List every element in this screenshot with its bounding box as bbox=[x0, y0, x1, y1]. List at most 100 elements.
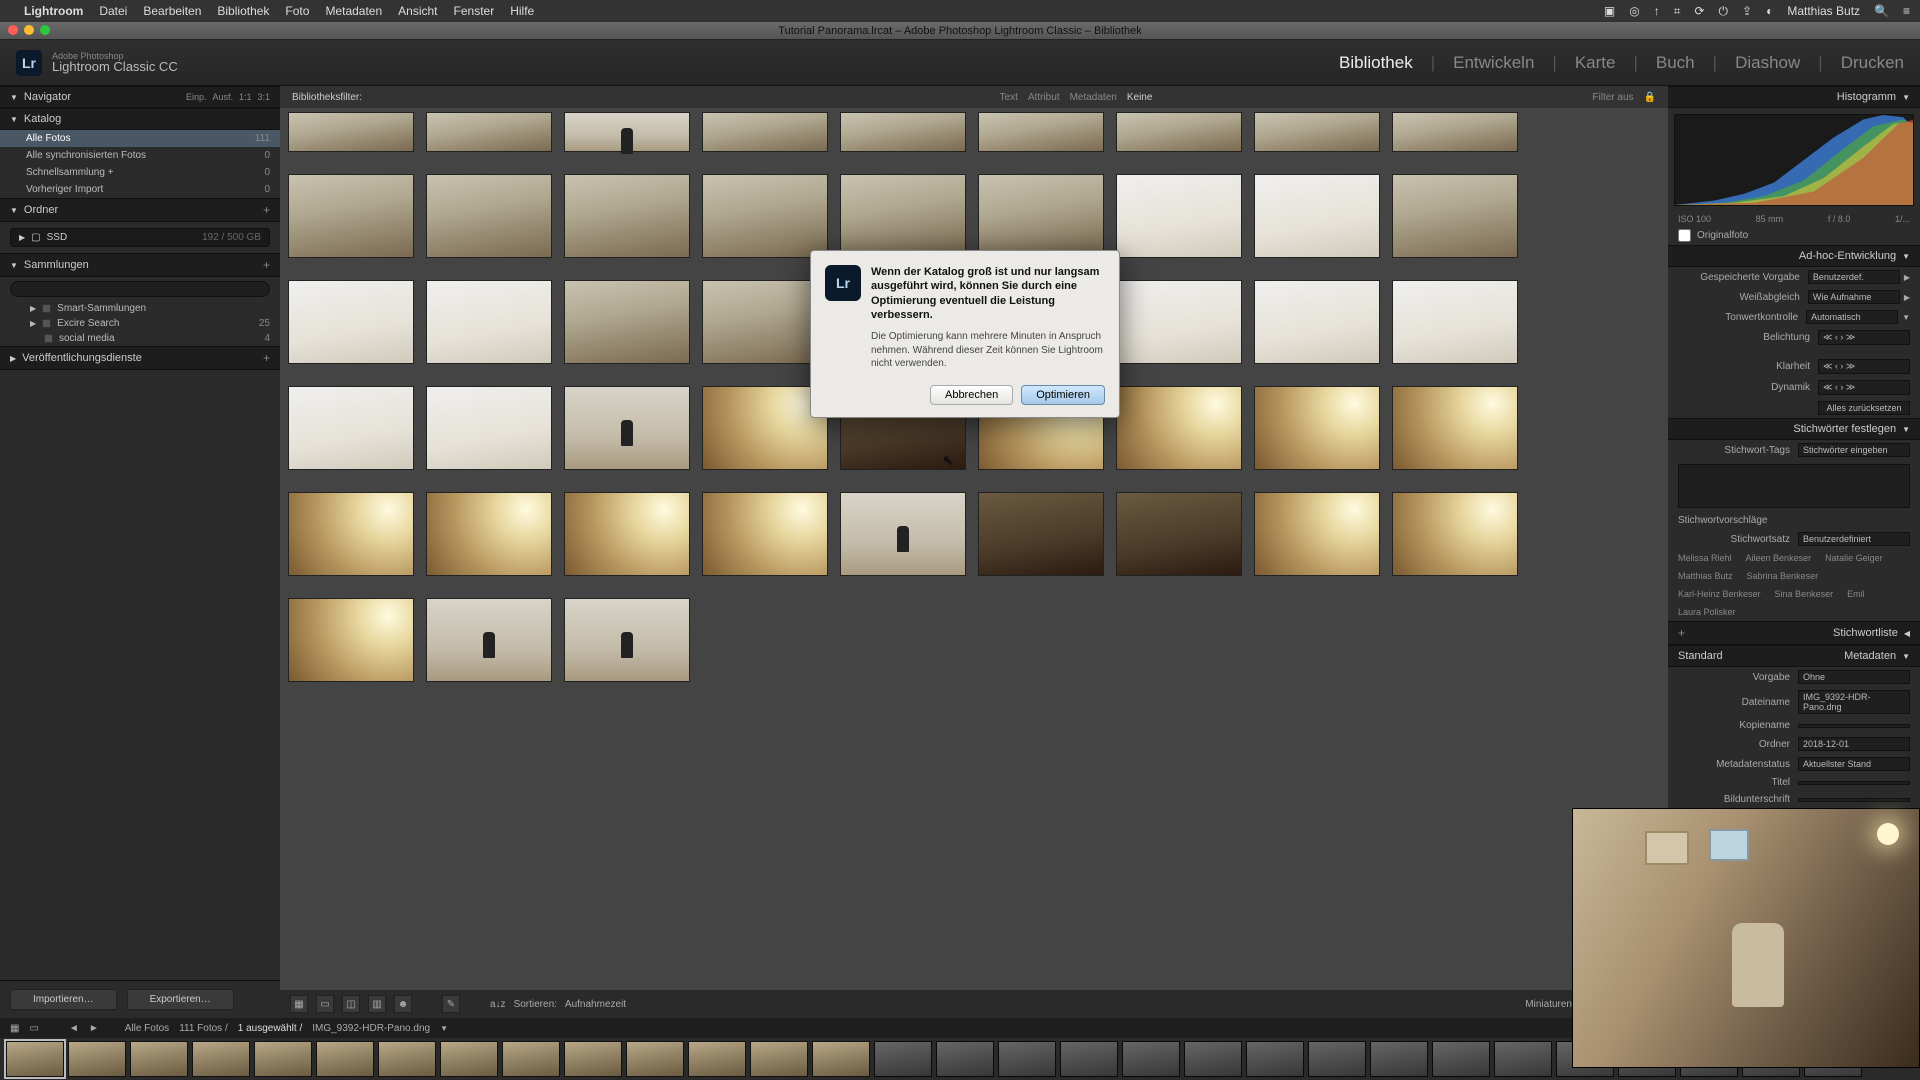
tone-auto-button[interactable]: Automatisch bbox=[1806, 310, 1898, 324]
zoom-3-1[interactable]: 3:1 bbox=[257, 92, 270, 102]
module-bibliothek[interactable]: Bibliothek bbox=[1339, 53, 1413, 73]
filmstrip-thumb[interactable] bbox=[440, 1041, 498, 1077]
md-caption[interactable] bbox=[1798, 798, 1910, 802]
thumbnail[interactable] bbox=[426, 386, 552, 470]
painter-icon[interactable]: ✎ bbox=[442, 995, 460, 1013]
wb-dropdown[interactable]: Wie Aufnahme bbox=[1808, 290, 1900, 304]
thumbnail[interactable] bbox=[702, 492, 828, 576]
menu-bearbeiten[interactable]: Bearbeiten bbox=[143, 4, 201, 18]
menu-fenster[interactable]: Fenster bbox=[454, 4, 495, 18]
thumbnail[interactable] bbox=[1254, 112, 1380, 152]
catalog-all-photos[interactable]: Alle Fotos 111 bbox=[0, 130, 280, 147]
keyword-chip[interactable]: Melissa Riehl bbox=[1678, 553, 1732, 563]
filmstrip-thumb[interactable] bbox=[750, 1041, 808, 1077]
grid-mode-icon[interactable]: ▦ bbox=[10, 1023, 19, 1034]
menu-hilfe[interactable]: Hilfe bbox=[510, 4, 534, 18]
control-center-icon[interactable]: ≡ bbox=[1903, 4, 1910, 18]
filmstrip-thumb[interactable] bbox=[1370, 1041, 1428, 1077]
thumbnail[interactable] bbox=[1254, 492, 1380, 576]
module-diashow[interactable]: Diashow bbox=[1735, 53, 1800, 73]
wifi-icon[interactable]: ⇪ bbox=[1742, 4, 1752, 18]
thumbnail[interactable] bbox=[1254, 174, 1380, 258]
filter-lock[interactable]: Filter aus bbox=[1592, 92, 1633, 103]
keyword-textbox[interactable] bbox=[1678, 464, 1910, 508]
md-status[interactable]: Aktuellster Stand bbox=[1798, 757, 1910, 771]
user-name[interactable]: Matthias Butz bbox=[1787, 4, 1860, 18]
filmstrip-thumb[interactable] bbox=[688, 1041, 746, 1077]
thumbnail[interactable] bbox=[1392, 280, 1518, 364]
people-view-icon[interactable]: ☻ bbox=[394, 995, 412, 1013]
dropbox-icon[interactable]: ⌗ bbox=[1674, 4, 1681, 19]
thumbnail[interactable] bbox=[1116, 112, 1242, 152]
thumbnail[interactable] bbox=[1392, 492, 1518, 576]
reset-all-button[interactable]: Alles zurücksetzen bbox=[1818, 401, 1910, 415]
filmstrip-thumb[interactable] bbox=[874, 1041, 932, 1077]
collection-excire[interactable]: ▶Excire Search25 bbox=[0, 316, 280, 331]
thumbnail-grid[interactable] bbox=[280, 108, 1668, 990]
chevron-down-icon[interactable]: ▼ bbox=[440, 1024, 448, 1033]
menu-ansicht[interactable]: Ansicht bbox=[398, 4, 437, 18]
kw-mode-dropdown[interactable]: Stichwörter eingeben bbox=[1798, 443, 1910, 457]
menu-datei[interactable]: Datei bbox=[99, 4, 127, 18]
export-button[interactable]: Exportieren… bbox=[127, 989, 234, 1010]
chevron-down-icon[interactable]: ▼ bbox=[1902, 313, 1910, 322]
sort-direction-icon[interactable]: a↓z bbox=[490, 999, 506, 1010]
thumbnail[interactable] bbox=[288, 280, 414, 364]
filmstrip-thumb[interactable] bbox=[1494, 1041, 1552, 1077]
thumbnail[interactable] bbox=[426, 598, 552, 682]
module-drucken[interactable]: Drucken bbox=[1841, 53, 1904, 73]
thumbnail[interactable] bbox=[978, 492, 1104, 576]
thumbnail[interactable] bbox=[840, 492, 966, 576]
filmstrip-thumb[interactable] bbox=[936, 1041, 994, 1077]
compare-view-icon[interactable]: ◫ bbox=[342, 995, 360, 1013]
thumbnail[interactable] bbox=[978, 280, 1104, 364]
filmstrip-thumb[interactable] bbox=[6, 1041, 64, 1077]
md-mode-dropdown[interactable]: Standard bbox=[1678, 650, 1723, 662]
katalog-header[interactable]: ▼ Katalog bbox=[0, 108, 280, 130]
clarity-stepper[interactable]: ≪ ‹ › ≫ bbox=[1818, 359, 1910, 374]
preset-dropdown[interactable]: Benutzerdef. bbox=[1808, 270, 1900, 284]
filmstrip-thumb[interactable] bbox=[502, 1041, 560, 1077]
thumbnail[interactable] bbox=[702, 174, 828, 258]
md-copyname[interactable] bbox=[1798, 724, 1910, 728]
thumbnail[interactable] bbox=[426, 280, 552, 364]
filmstrip-thumb[interactable] bbox=[1122, 1041, 1180, 1077]
module-buch[interactable]: Buch bbox=[1656, 53, 1695, 73]
filmstrip-thumb[interactable] bbox=[1432, 1041, 1490, 1077]
collection-social[interactable]: social media4 bbox=[0, 331, 280, 346]
thumbnail[interactable] bbox=[288, 386, 414, 470]
catalog-synced[interactable]: Alle synchronisierten Fotos 0 bbox=[0, 147, 280, 164]
navigator-header[interactable]: ▼ Navigator Einp. Ausf. 1:1 3:1 bbox=[0, 86, 280, 108]
chevron-right-icon[interactable]: ▶ bbox=[1904, 273, 1910, 282]
keyword-chip[interactable]: Laura Polisker bbox=[1678, 607, 1736, 617]
menu-metadaten[interactable]: Metadaten bbox=[325, 4, 382, 18]
zoom-ausf[interactable]: Ausf. bbox=[212, 92, 233, 102]
thumbnail[interactable] bbox=[564, 598, 690, 682]
thumbnail[interactable] bbox=[978, 174, 1104, 258]
md-folder[interactable]: 2018-12-01 bbox=[1798, 737, 1910, 751]
keyword-chip[interactable]: Sabrina Benkeser bbox=[1747, 571, 1819, 581]
thumbnail[interactable] bbox=[840, 112, 966, 152]
quickdev-header[interactable]: Ad-hoc-Entwicklung▼ bbox=[1668, 245, 1920, 267]
keyword-chip[interactable]: Karl-Heinz Benkeser bbox=[1678, 589, 1761, 599]
collection-smart[interactable]: ▶Smart-Sammlungen bbox=[0, 301, 280, 316]
keyword-chip[interactable]: Matthias Butz bbox=[1678, 571, 1733, 581]
filmstrip-thumb[interactable] bbox=[68, 1041, 126, 1077]
histogram-display[interactable] bbox=[1674, 114, 1914, 206]
kw-set-dropdown[interactable]: Benutzerdefiniert bbox=[1798, 532, 1910, 546]
thumbnail[interactable] bbox=[564, 174, 690, 258]
sammlungen-header[interactable]: ▼ Sammlungen + bbox=[0, 253, 280, 277]
status-icon[interactable]: ⏻ bbox=[1719, 4, 1729, 19]
histogram-header[interactable]: Histogramm ▼ bbox=[1668, 86, 1920, 108]
thumbnail[interactable] bbox=[1392, 174, 1518, 258]
module-entwickeln[interactable]: Entwickeln bbox=[1453, 53, 1534, 73]
thumbnail[interactable] bbox=[288, 492, 414, 576]
menu-bibliothek[interactable]: Bibliothek bbox=[217, 4, 269, 18]
kwlist-header[interactable]: +Stichwortliste◀ bbox=[1668, 621, 1920, 645]
add-keyword-icon[interactable]: + bbox=[1678, 626, 1685, 640]
nav-fwd-icon[interactable]: ► bbox=[89, 1023, 99, 1034]
thumbnail[interactable] bbox=[1254, 280, 1380, 364]
keyword-chip[interactable]: Emil bbox=[1847, 589, 1865, 599]
filmstrip-thumb[interactable] bbox=[812, 1041, 870, 1077]
filmstrip-thumb[interactable] bbox=[1246, 1041, 1304, 1077]
